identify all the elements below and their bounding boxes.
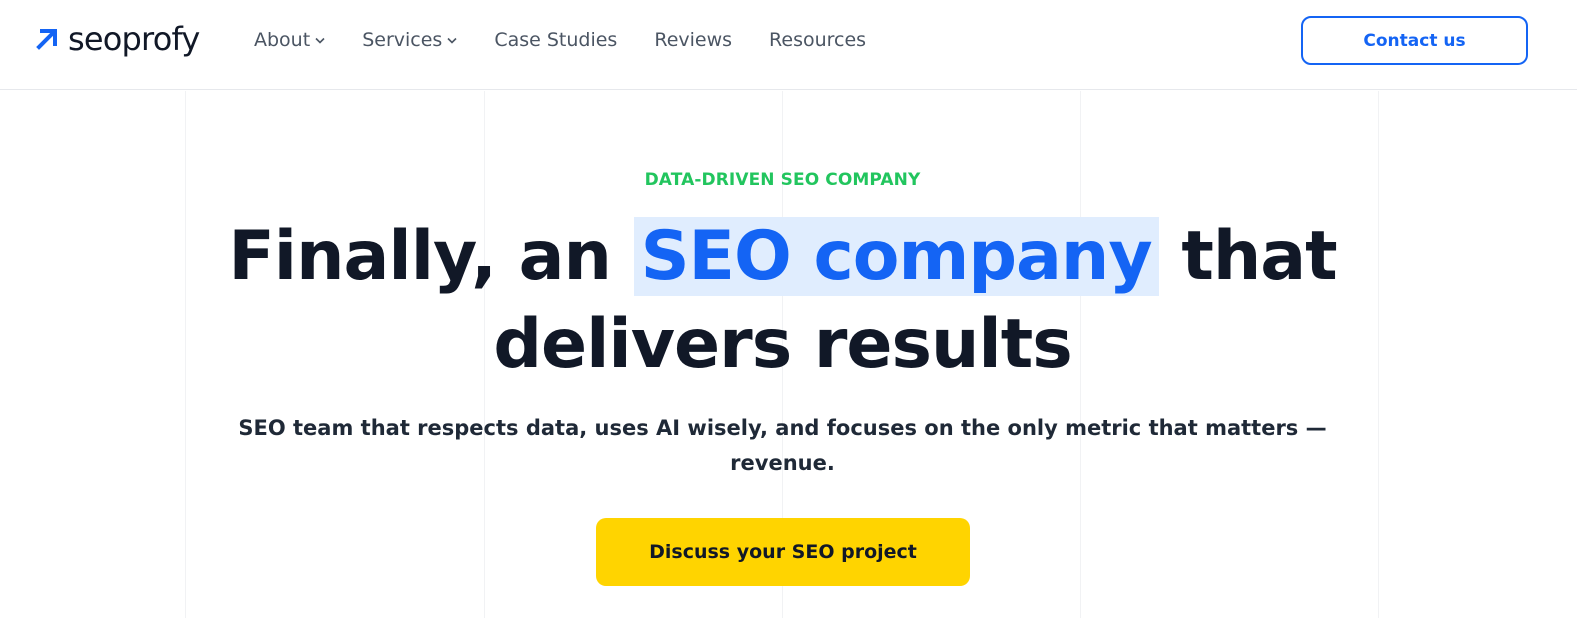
headline-part-2: that (1158, 217, 1337, 296)
nav-item-label: Services (362, 29, 443, 51)
nav-item-services[interactable]: Services (362, 26, 457, 54)
nav-item-about[interactable]: About (254, 26, 325, 54)
hero-subtitle: SEO team that respects data, uses AI wis… (238, 416, 1327, 475)
logo-link[interactable]: seoprofy (36, 18, 200, 60)
nav-item-label: Resources (769, 29, 867, 51)
contact-us-button[interactable]: Contact us (1301, 16, 1528, 65)
nav-item-label: Case Studies (494, 29, 618, 51)
nav-item-resources[interactable]: Resources (769, 26, 866, 54)
logo-text: seoprofy (68, 20, 200, 58)
headline-line-2: delivers results (493, 305, 1072, 384)
nav-item-label: Reviews (654, 29, 733, 51)
hero-section: DATA-DRIVEN SEO COMPANY Finally, an SEO … (0, 91, 1577, 618)
discuss-project-button[interactable]: Discuss your SEO project (596, 518, 970, 586)
main-nav: About Services Case Studies Reviews Reso… (254, 26, 903, 54)
hero-eyebrow: DATA-DRIVEN SEO COMPANY (644, 170, 921, 190)
headline-highlight: SEO company (633, 217, 1159, 296)
nav-item-label: About (254, 29, 311, 51)
hero-headline: Finally, an SEO company that delivers re… (0, 213, 1565, 389)
arrow-up-right-icon (36, 28, 58, 50)
chevron-down-icon (315, 37, 325, 44)
chevron-down-icon (447, 37, 457, 44)
nav-item-case-studies[interactable]: Case Studies (494, 26, 617, 54)
nav-item-reviews[interactable]: Reviews (654, 26, 732, 54)
site-header: seoprofy About Services Case Studies Rev… (0, 0, 1577, 90)
headline-part-1: Finally, an (228, 217, 634, 296)
